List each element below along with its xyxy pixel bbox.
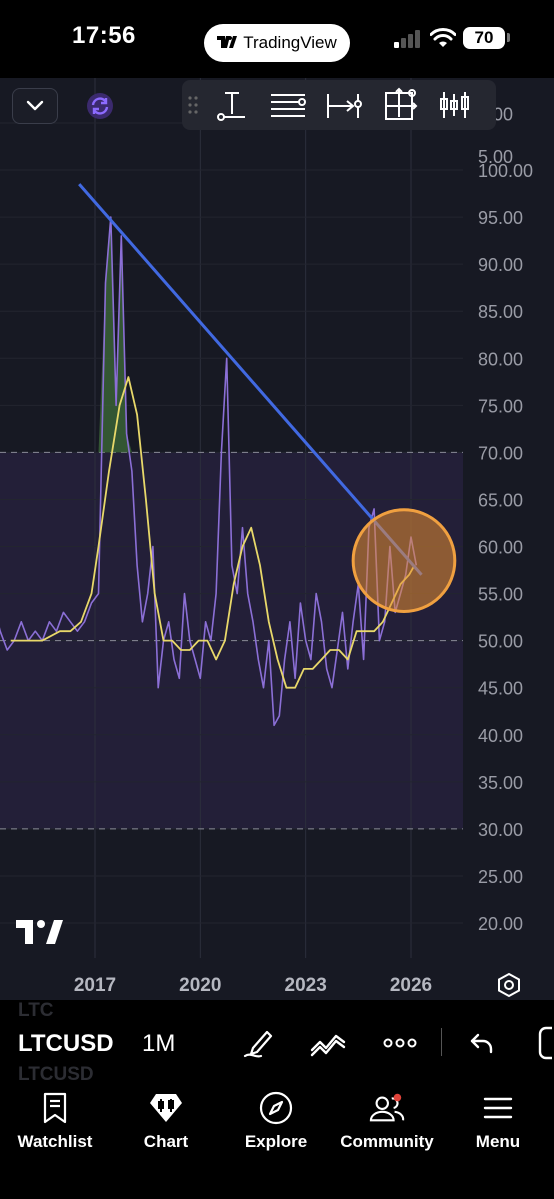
y-tick-label: 100.00	[478, 161, 533, 181]
x-tick-label: 2017	[74, 975, 116, 996]
nav-label-explore: Explore	[244, 1132, 308, 1151]
cellular-signal-icon	[394, 30, 420, 48]
y-tick-label: 80.00	[478, 349, 523, 369]
y-tick-label: 35.00	[478, 773, 523, 793]
bracket-icon	[538, 1026, 552, 1060]
highlight-circle	[351, 508, 457, 613]
nav-menu[interactable]: Menu	[460, 1090, 536, 1154]
x-tick-label: 2023	[285, 975, 327, 996]
tradingview-pill-label: TradingView	[243, 33, 337, 52]
nav-watchlist[interactable]: Watchlist	[12, 1090, 98, 1154]
text-anchor-icon	[217, 92, 245, 121]
y-tick-label: 95.00	[478, 208, 523, 228]
horizontal-lines-icon	[271, 94, 306, 117]
bookmark-list-icon	[37, 1090, 73, 1126]
y-tick-label: 45.00	[478, 679, 523, 699]
chart-gem-icon	[148, 1090, 184, 1126]
symbol-ghost-bottom: LTCUSD	[18, 1064, 94, 1085]
draw-button[interactable]	[240, 1026, 276, 1060]
nav-label-chart: Chart	[143, 1132, 189, 1151]
chevron-down-icon	[26, 100, 44, 111]
measure-range-icon	[327, 94, 362, 118]
interval-selector[interactable]: 1M	[142, 1030, 175, 1058]
battery-indicator: 70	[463, 27, 505, 49]
settings-hexagon-icon[interactable]	[496, 972, 522, 998]
chart-dropdown-button[interactable]	[12, 88, 58, 124]
nav-label-watchlist: Watchlist	[17, 1132, 93, 1151]
y-tick-label: 55.00	[478, 585, 523, 605]
drawing-toolbar	[182, 80, 496, 130]
sync-button[interactable]	[84, 90, 116, 122]
more-dots-icon	[383, 1038, 417, 1048]
undo-icon	[470, 1033, 493, 1054]
drag-handle-icon[interactable]	[182, 80, 204, 130]
y-tick-label: 90.00	[478, 255, 523, 275]
y-tick-label: 50.00	[478, 632, 523, 652]
y-tick-label: 20.00	[478, 914, 523, 934]
wifi-icon	[430, 28, 456, 47]
nav-label-menu: Menu	[475, 1132, 521, 1151]
chart-area[interactable]: 0.005.00100.0095.0090.0085.0080.0075.007…	[0, 78, 554, 1000]
y-tick-label: 75.00	[478, 396, 523, 416]
pen-icon	[243, 1030, 273, 1058]
candles-tool[interactable]	[428, 80, 484, 130]
y-tick-label: 60.00	[478, 538, 523, 558]
crosshair-box-tool[interactable]	[372, 80, 428, 130]
crosshair-box-icon	[385, 87, 418, 120]
y-tick-label: 85.00	[478, 302, 523, 322]
symbol-ghost-top: LTC	[18, 1000, 54, 1021]
horizontal-lines-tool[interactable]	[260, 80, 316, 130]
x-tick-label: 2020	[179, 975, 221, 996]
rsi-chart[interactable]: 0.005.00100.0095.0090.0085.0080.0075.007…	[0, 78, 554, 1000]
sync-icon	[87, 93, 113, 119]
battery-tip	[507, 33, 510, 42]
y-tick-label: 40.00	[478, 726, 523, 746]
hamburger-menu-icon	[480, 1090, 516, 1126]
tradingview-watermark-icon	[16, 920, 63, 944]
y-tick-label: 65.00	[478, 490, 523, 510]
status-bar: 17:56 TradingView 70	[0, 0, 554, 78]
indicator-lines-icon	[310, 1034, 346, 1057]
symbol-bar-divider	[441, 1028, 442, 1056]
nav-chart[interactable]: Chart	[126, 1090, 206, 1154]
nav-explore[interactable]: Explore	[236, 1090, 316, 1154]
fullscreen-button[interactable]	[530, 1026, 554, 1060]
community-people-icon	[369, 1090, 405, 1126]
x-tick-label: 2026	[390, 975, 432, 996]
symbol-name[interactable]: LTCUSD	[18, 1030, 114, 1058]
tradingview-pill[interactable]: TradingView	[204, 24, 350, 62]
bottom-nav: Watchlist Chart Explore Community Menu	[0, 1088, 554, 1199]
measure-range-tool[interactable]	[316, 80, 372, 130]
candles-icon	[440, 92, 469, 118]
status-time: 17:56	[72, 22, 136, 49]
more-button[interactable]	[382, 1026, 418, 1060]
y-tick-label: 25.00	[478, 867, 523, 887]
indicators-button[interactable]	[310, 1026, 346, 1060]
nav-label-community: Community	[340, 1132, 434, 1151]
text-anchor-tool[interactable]	[204, 80, 260, 130]
tradingview-logo-icon	[217, 35, 238, 51]
nav-community[interactable]: Community	[334, 1090, 440, 1154]
y-tick-label: 70.00	[478, 443, 523, 463]
compass-icon	[258, 1090, 294, 1126]
symbol-bar: LTC LTCUSD 1M LTCUSD	[0, 1000, 554, 1088]
undo-button[interactable]	[464, 1026, 500, 1060]
y-tick-label: 30.00	[478, 820, 523, 840]
